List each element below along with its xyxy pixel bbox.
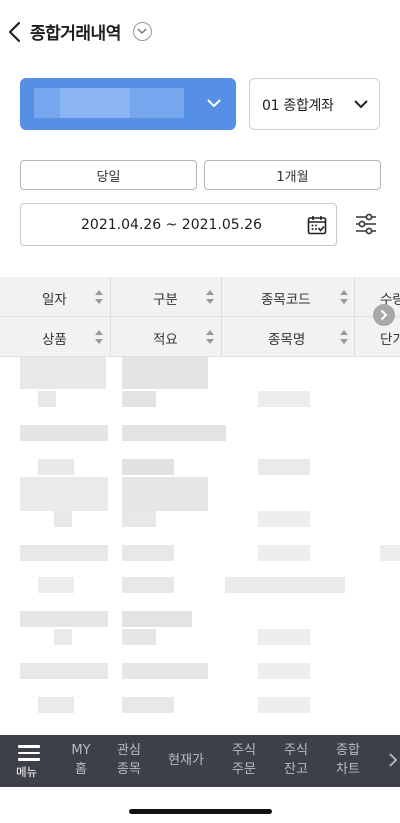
masked-cell: [122, 357, 208, 389]
masked-cell: [258, 391, 310, 407]
masked-cell: [258, 697, 310, 713]
title-dropdown-icon[interactable]: [133, 22, 152, 41]
sort-icon: [206, 290, 214, 304]
masked-cell: [258, 545, 310, 561]
masked-cell: [122, 425, 226, 441]
masked-cell: [122, 629, 156, 645]
hamburger-icon: [18, 745, 40, 765]
chevron-down-icon: [207, 99, 221, 108]
sort-icon: [95, 290, 103, 304]
period-1month-button[interactable]: 1개월: [204, 160, 381, 190]
nav-item-watchlist[interactable]: 관심 종목: [114, 741, 144, 781]
masked-cell: [122, 577, 174, 593]
masked-cell: [54, 629, 72, 645]
nav-item-current-price[interactable]: 현재가: [164, 751, 208, 791]
chevron-down-icon: [354, 100, 368, 109]
header: 종합거래내역: [0, 0, 400, 62]
masked-cell: [258, 459, 310, 475]
column-stock-code[interactable]: 종목코드: [222, 277, 355, 317]
masked-cell: [122, 611, 192, 627]
table-header: 일자 구분 종목코드 수량 상품 적요 종목명 단가: [0, 277, 400, 357]
calendar-icon[interactable]: [307, 215, 327, 235]
table-header-row: 상품 적요 종목명 단가: [0, 317, 400, 357]
account-number-masked: [60, 88, 130, 118]
masked-cell: [122, 663, 208, 679]
masked-cell: [122, 477, 208, 511]
nav-item-my-home[interactable]: MY 홈: [68, 741, 94, 781]
masked-cell: [20, 545, 108, 561]
filter-settings-icon[interactable]: [354, 212, 378, 236]
masked-cell: [122, 545, 174, 561]
masked-cell: [122, 459, 174, 475]
scroll-right-icon[interactable]: [373, 304, 395, 326]
masked-cell: [20, 611, 108, 627]
masked-cell: [258, 511, 310, 527]
account-select[interactable]: [20, 78, 236, 130]
masked-cell: [380, 545, 400, 561]
nav-item-stock-balance[interactable]: 주식 잔고: [281, 741, 311, 781]
page-title: 종합거래내역: [30, 24, 121, 44]
masked-cell: [38, 697, 74, 713]
masked-cell: [258, 629, 310, 645]
masked-cell: [54, 511, 72, 527]
column-date[interactable]: 일자: [0, 277, 111, 317]
date-range-field[interactable]: 2021.04.26 ~ 2021.05.26: [20, 203, 337, 246]
sort-icon: [95, 330, 103, 344]
masked-cell: [258, 663, 310, 679]
masked-cell: [38, 459, 74, 475]
masked-cell: [20, 425, 108, 441]
masked-cell: [20, 663, 108, 679]
back-icon[interactable]: [6, 20, 26, 44]
masked-cell: [122, 697, 174, 713]
sort-icon: [340, 290, 348, 304]
column-stock-name[interactable]: 종목명: [222, 317, 355, 357]
column-description[interactable]: 적요: [111, 317, 222, 357]
masked-cell: [122, 511, 156, 527]
account-type-select[interactable]: 01 종합계좌: [249, 78, 380, 130]
sort-icon: [340, 330, 348, 344]
masked-cell: [20, 477, 108, 511]
masked-cell: [122, 391, 156, 407]
home-indicator: [129, 809, 272, 814]
masked-cell: [38, 577, 74, 593]
table-header-row: 일자 구분 종목코드 수량: [0, 277, 400, 317]
nav-more-icon[interactable]: [388, 752, 398, 768]
account-type-label: 01 종합계좌: [262, 98, 334, 114]
nav-item-chart[interactable]: 종합 차트: [333, 741, 363, 781]
column-type[interactable]: 구분: [111, 277, 222, 317]
nav-item-stock-order[interactable]: 주식 주문: [229, 741, 259, 781]
nav-menu-button[interactable]: 메뉴: [12, 742, 46, 782]
transaction-list[interactable]: [0, 357, 400, 735]
period-today-button[interactable]: 당일: [20, 160, 197, 190]
masked-cell: [20, 357, 106, 389]
masked-cell: [225, 577, 345, 593]
bottom-nav: 메뉴 MY 홈 관심 종목 현재가 주식 주문 주식 잔고 종합 차트: [0, 735, 400, 787]
sort-icon: [206, 330, 214, 344]
date-range-text: 2021.04.26 ~ 2021.05.26: [81, 217, 262, 233]
masked-cell: [38, 391, 56, 407]
column-product[interactable]: 상품: [0, 317, 111, 357]
